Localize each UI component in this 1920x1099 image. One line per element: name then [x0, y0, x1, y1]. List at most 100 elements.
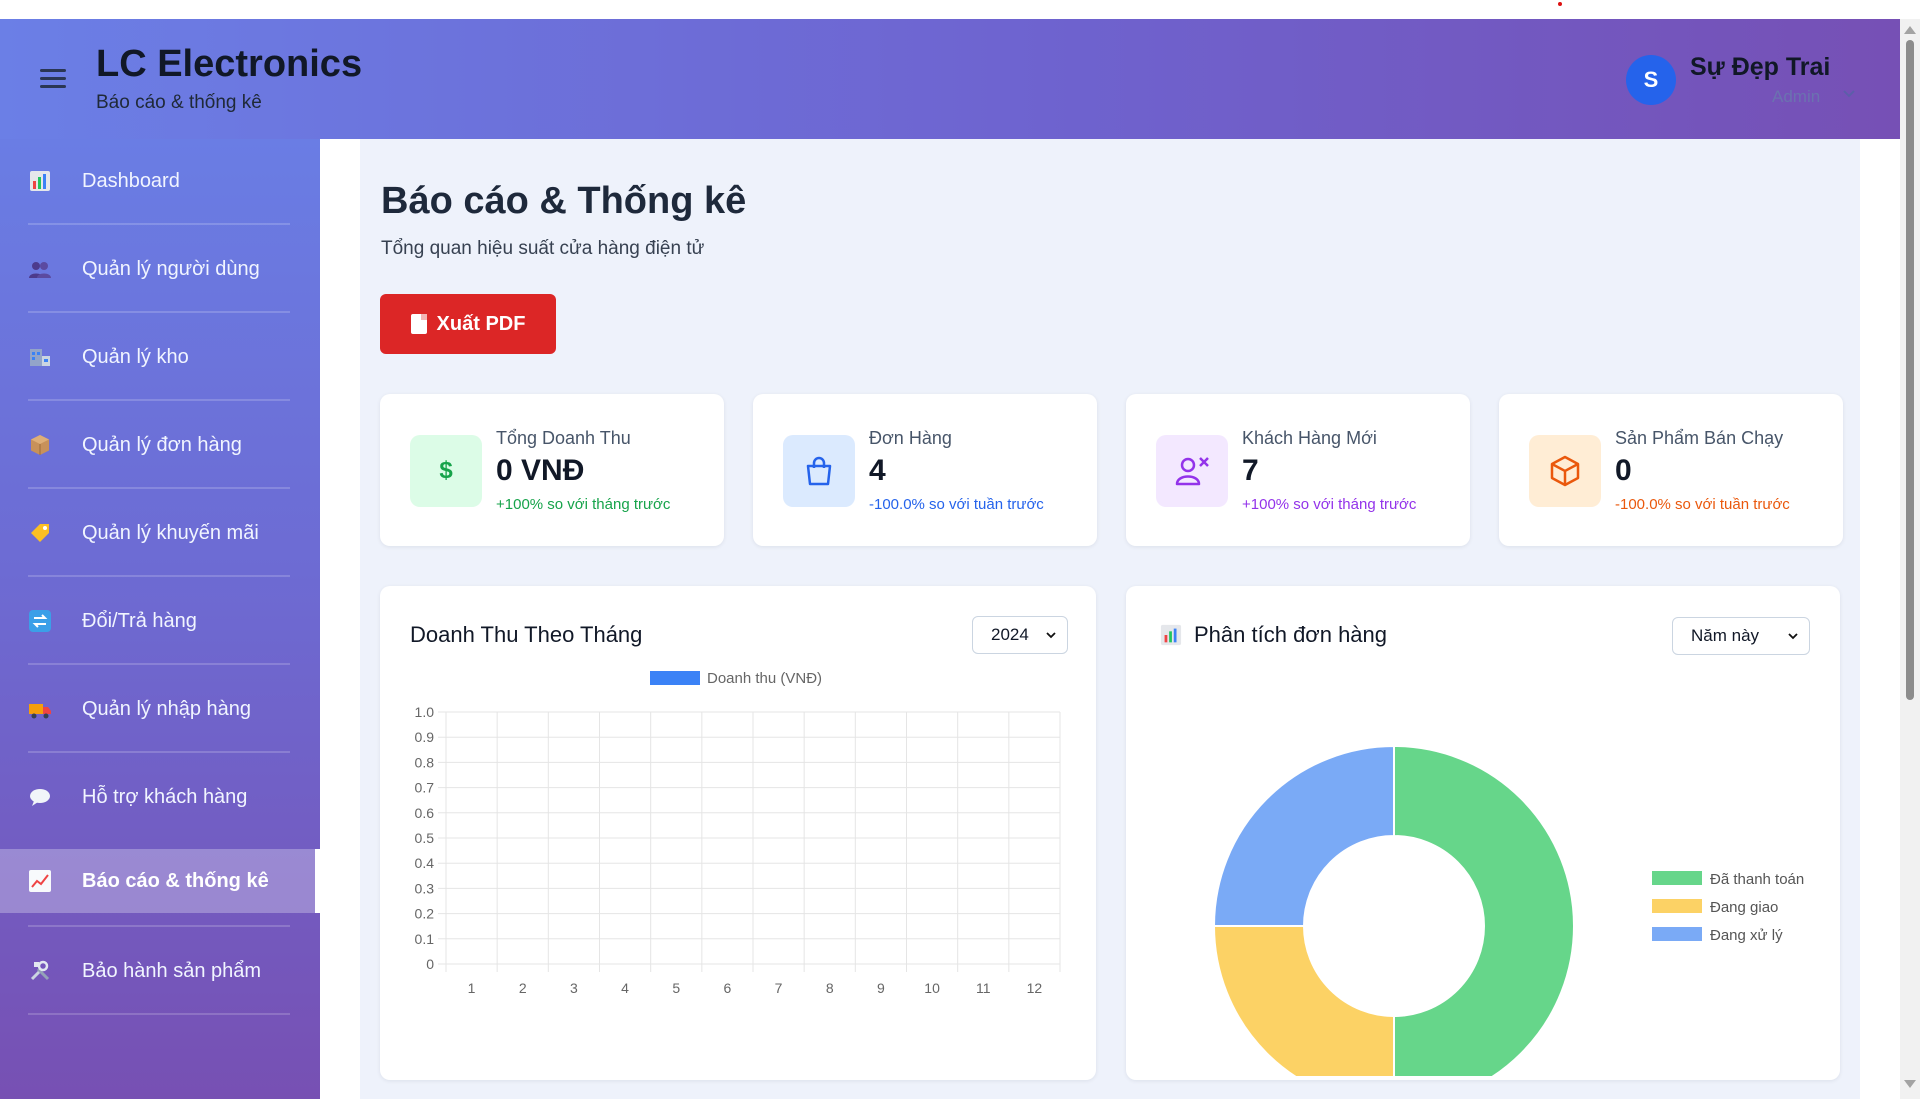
- x-tick-label: 11: [976, 980, 991, 996]
- stat-label: Tổng Doanh Thu: [496, 428, 631, 448]
- stat-card-orders: Đơn Hàng 4 -100.0% so với tuần trước: [753, 394, 1097, 546]
- x-tick-label: 5: [672, 980, 680, 996]
- x-tick-label: 10: [924, 980, 940, 996]
- y-tick-label: 0.3: [415, 880, 435, 896]
- legend-swatch: [650, 671, 700, 685]
- x-tick-label: 4: [621, 980, 629, 996]
- sidebar-item-orders[interactable]: Quản lý đơn hàng: [0, 413, 320, 477]
- user-plus-icon: [1156, 435, 1228, 507]
- sidebar-item-label: Quản lý đơn hàng: [82, 433, 242, 456]
- page-title: Báo cáo & Thống kê: [381, 180, 747, 222]
- sidebar-item-users[interactable]: Quản lý người dùng: [0, 237, 320, 301]
- users-icon: [29, 262, 51, 278]
- orders-chart-title: Phân tích đơn hàng: [1194, 622, 1388, 647]
- scroll-down-icon[interactable]: [1904, 1080, 1916, 1088]
- trend-chart-icon: [29, 870, 51, 892]
- divider: [28, 311, 290, 313]
- tag-icon: [31, 524, 49, 542]
- shopping-bag-icon: [783, 435, 855, 507]
- x-tick-label: 3: [570, 980, 578, 996]
- browser-top-strip: [0, 0, 1920, 19]
- menu-icon[interactable]: [40, 69, 66, 89]
- legend-label: Đã thanh toán: [1710, 871, 1804, 888]
- x-tick-label: 2: [519, 980, 527, 996]
- stat-label: Đơn Hàng: [869, 428, 952, 448]
- stat-value: 4: [869, 454, 886, 487]
- pie-slice: [1212, 925, 1395, 1076]
- chevron-down-icon: [1046, 632, 1056, 639]
- x-tick-label: 7: [775, 980, 783, 996]
- document-icon: [410, 314, 427, 334]
- divider: [28, 487, 290, 489]
- sidebar-item-label: Đổi/Trả hàng: [82, 609, 197, 632]
- sidebar-item-imports[interactable]: Quản lý nhập hàng: [0, 677, 320, 741]
- truck-icon: [29, 704, 51, 719]
- legend-swatch: [1652, 899, 1702, 913]
- revenue-chart-title: Doanh Thu Theo Tháng: [410, 622, 643, 647]
- stat-card-revenue: $ Tổng Doanh Thu 0 VNĐ +100% so với thán…: [380, 394, 724, 546]
- y-tick-label: 0.5: [415, 830, 435, 846]
- sidebar-item-label: Bảo hành sản phẩm: [82, 959, 262, 982]
- sidebar-item-reports[interactable]: Báo cáo & thống kê: [0, 849, 320, 913]
- divider: [28, 223, 290, 225]
- revenue-chart-card: Doanh Thu Theo Tháng 2024 Doanh thu (VNĐ…: [380, 586, 1096, 1080]
- pie-slice: [1212, 744, 1395, 927]
- stat-value: 0: [1615, 454, 1632, 487]
- chat-bubble-icon: [30, 789, 50, 806]
- x-tick-label: 9: [877, 980, 885, 996]
- sidebar-item-label: Quản lý nhập hàng: [82, 697, 252, 720]
- orders-chart-card: Phân tích đơn hàng Năm này Đã thanh toán…: [1126, 586, 1840, 1080]
- orders-donut-chart: Đã thanh toán Đang giao Đang xử lý: [1212, 744, 1804, 1076]
- sidebar-item-returns[interactable]: Đổi/Trả hàng: [0, 589, 320, 653]
- legend-label: Đang giao: [1710, 899, 1778, 916]
- y-tick-label: 0.2: [415, 906, 435, 922]
- y-tick-label: 0.8: [415, 754, 435, 770]
- sidebar-item-label: Quản lý khuyến mãi: [82, 521, 259, 544]
- user-role: Admin: [1772, 87, 1821, 106]
- warehouse-icon: [30, 349, 50, 366]
- scroll-up-icon[interactable]: [1904, 26, 1916, 34]
- y-tick-label: 0: [426, 956, 434, 972]
- legend-label: Doanh thu (VNĐ): [707, 670, 822, 687]
- sidebar-item-label: Báo cáo & thống kê: [82, 869, 269, 892]
- notification-dot: [1558, 2, 1562, 6]
- stat-label: Khách Hàng Mới: [1242, 428, 1377, 448]
- scrollbar-thumb[interactable]: [1906, 40, 1914, 700]
- sidebar-item-warranty[interactable]: Bảo hành sản phẩm: [0, 939, 320, 1003]
- sidebar-item-label: Dashboard: [82, 169, 180, 192]
- app-header: LC Electronics Báo cáo & thống kê S Sự Đ…: [0, 19, 1900, 139]
- chevron-down-icon[interactable]: [1842, 87, 1856, 101]
- sidebar-item-warehouse[interactable]: Quản lý kho: [0, 325, 320, 389]
- legend-label: Đang xử lý: [1710, 927, 1783, 944]
- divider: [28, 575, 290, 577]
- tools-icon: [30, 960, 50, 981]
- year-select[interactable]: 2024: [972, 616, 1068, 654]
- divider: [28, 925, 290, 927]
- divider: [28, 399, 290, 401]
- y-tick-label: 0.9: [415, 729, 435, 745]
- y-tick-label: 1.0: [415, 704, 435, 720]
- stat-card-top-products: Sản Phẩm Bán Chạy 0 -100.0% so với tuần …: [1499, 394, 1843, 546]
- period-select[interactable]: Năm này: [1672, 617, 1810, 655]
- stat-change: +100% so với tháng trước: [496, 496, 671, 513]
- user-name[interactable]: Sự Đẹp Trai: [1690, 53, 1830, 82]
- stat-value: 7: [1242, 454, 1259, 487]
- y-tick-label: 0.4: [415, 855, 435, 871]
- sidebar-item-dashboard[interactable]: Dashboard: [0, 149, 320, 213]
- box-icon: [1529, 435, 1601, 507]
- export-pdf-button[interactable]: Xuất PDF: [380, 294, 556, 354]
- x-tick-label: 12: [1027, 980, 1043, 996]
- legend-swatch: [1652, 927, 1702, 941]
- bar-chart-icon: [30, 171, 50, 191]
- y-tick-label: 0.6: [415, 805, 435, 821]
- legend-swatch: [1652, 871, 1702, 885]
- y-tick-label: 0.7: [415, 780, 435, 796]
- divider: [28, 663, 290, 665]
- stat-change: -100.0% so với tuần trước: [869, 496, 1044, 513]
- avatar[interactable]: S: [1626, 55, 1676, 105]
- stat-value: 0 VNĐ: [496, 454, 585, 487]
- sidebar: Dashboard Quản lý người dùng Quản lý kho…: [0, 139, 320, 1099]
- sidebar-item-support[interactable]: Hỗ trợ khách hàng: [0, 765, 320, 829]
- sidebar-item-promotions[interactable]: Quản lý khuyến mãi: [0, 501, 320, 565]
- year-select-value: 2024: [991, 625, 1029, 644]
